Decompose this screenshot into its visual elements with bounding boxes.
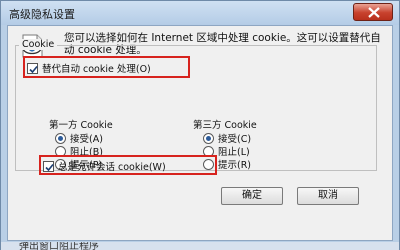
close-icon bbox=[368, 7, 380, 18]
window-title: 高级隐私设置 bbox=[9, 8, 75, 21]
title-bar[interactable]: 高级隐私设置 bbox=[1, 1, 399, 25]
ok-button[interactable]: 确定 bbox=[221, 187, 283, 205]
cancel-button[interactable]: 取消 bbox=[297, 187, 359, 205]
radio-label: 接受(A) bbox=[70, 134, 103, 145]
highlight-box-override bbox=[23, 56, 190, 78]
radio-label: 阻止(L) bbox=[218, 147, 250, 158]
third-party-accept-radio[interactable]: 接受(C) bbox=[203, 131, 251, 145]
background-window-strip: 弹出窗口阻止程序 bbox=[1, 242, 399, 250]
third-party-title: 第三方 Cookie bbox=[193, 120, 257, 131]
radio-label: 提示(R) bbox=[218, 160, 252, 171]
radio-button[interactable] bbox=[55, 132, 66, 144]
radio-button[interactable] bbox=[203, 132, 214, 144]
cookie-group-label: Cookie bbox=[19, 39, 58, 50]
close-button[interactable] bbox=[353, 3, 393, 21]
background-text: 弹出窗口阻止程序 bbox=[19, 242, 99, 250]
radio-label: 接受(C) bbox=[218, 134, 252, 145]
highlight-box-session bbox=[39, 155, 217, 175]
first-party-accept-radio[interactable]: 接受(A) bbox=[55, 131, 103, 145]
first-party-title: 第一方 Cookie bbox=[49, 120, 113, 131]
advanced-privacy-settings-window: 高级隐私设置 您可以选择如何在 Internet 区域中处理 cookie。这可… bbox=[0, 0, 400, 250]
